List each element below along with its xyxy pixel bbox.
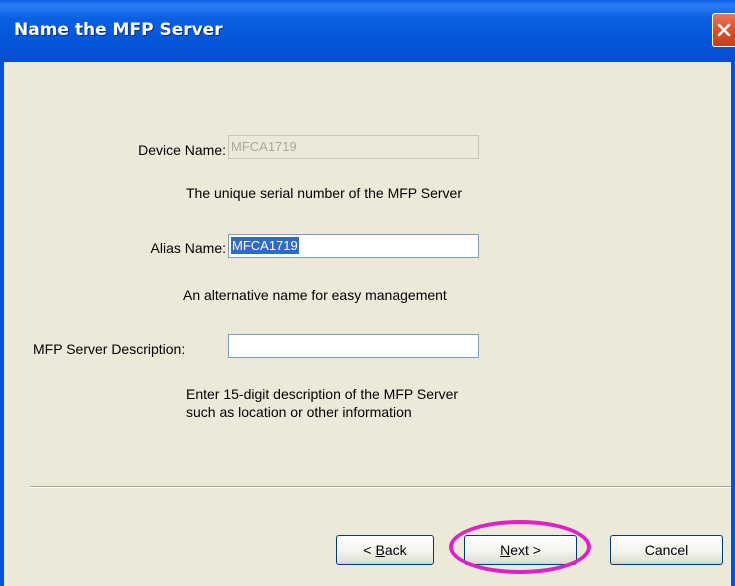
close-icon (717, 23, 731, 37)
next-button-accel: N (500, 542, 511, 558)
description-hint-line1: Enter 15-digit description of the MFP Se… (186, 386, 459, 402)
window-title: Name the MFP Server (14, 20, 223, 40)
description-label: MFP Server Description: (33, 341, 186, 357)
title-bar[interactable]: Name the MFP Server (0, 0, 735, 62)
alias-name-hint: An alternative name for easy management (183, 287, 447, 303)
close-button[interactable] (712, 13, 735, 47)
alias-name-input[interactable]: MFCA1719 (228, 234, 479, 258)
back-button[interactable]: < Back (336, 535, 434, 565)
device-name-field: MFCA1719 (228, 135, 479, 159)
cancel-button[interactable]: Cancel (610, 535, 723, 565)
back-button-rest: ack (384, 542, 407, 558)
device-name-hint: The unique serial number of the MFP Serv… (186, 185, 462, 201)
next-button[interactable]: Next > (464, 535, 577, 565)
button-separator (30, 486, 731, 488)
alias-name-label: Alias Name: (150, 240, 226, 256)
device-name-label: Device Name: (138, 142, 226, 158)
back-button-prefix: < (363, 542, 376, 558)
alias-name-value: MFCA1719 (231, 237, 299, 254)
description-input[interactable] (228, 334, 479, 358)
description-hint-line2: such as location or other information (186, 404, 412, 420)
device-name-value: MFCA1719 (231, 139, 297, 154)
next-button-rest: ext > (510, 542, 541, 558)
back-button-accel: B (375, 542, 385, 558)
